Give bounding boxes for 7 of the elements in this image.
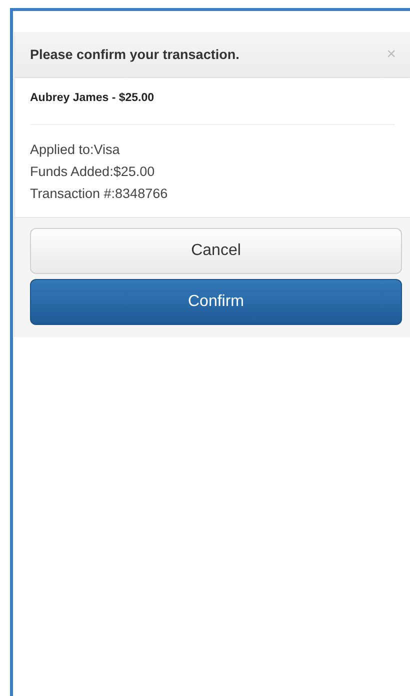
detail-line: Transaction #:8348766 — [30, 185, 169, 203]
dialog-title: Please confirm your transaction. — [30, 47, 240, 62]
detail-line: Funds Added:$25.00 — [30, 163, 156, 181]
confirm-button[interactable]: Confirm — [30, 279, 402, 325]
detail-line: Applied to:Visa — [30, 141, 121, 159]
payee-amount: Aubrey James - $25.00 — [30, 92, 156, 104]
cancel-button[interactable]: Cancel — [30, 228, 402, 274]
